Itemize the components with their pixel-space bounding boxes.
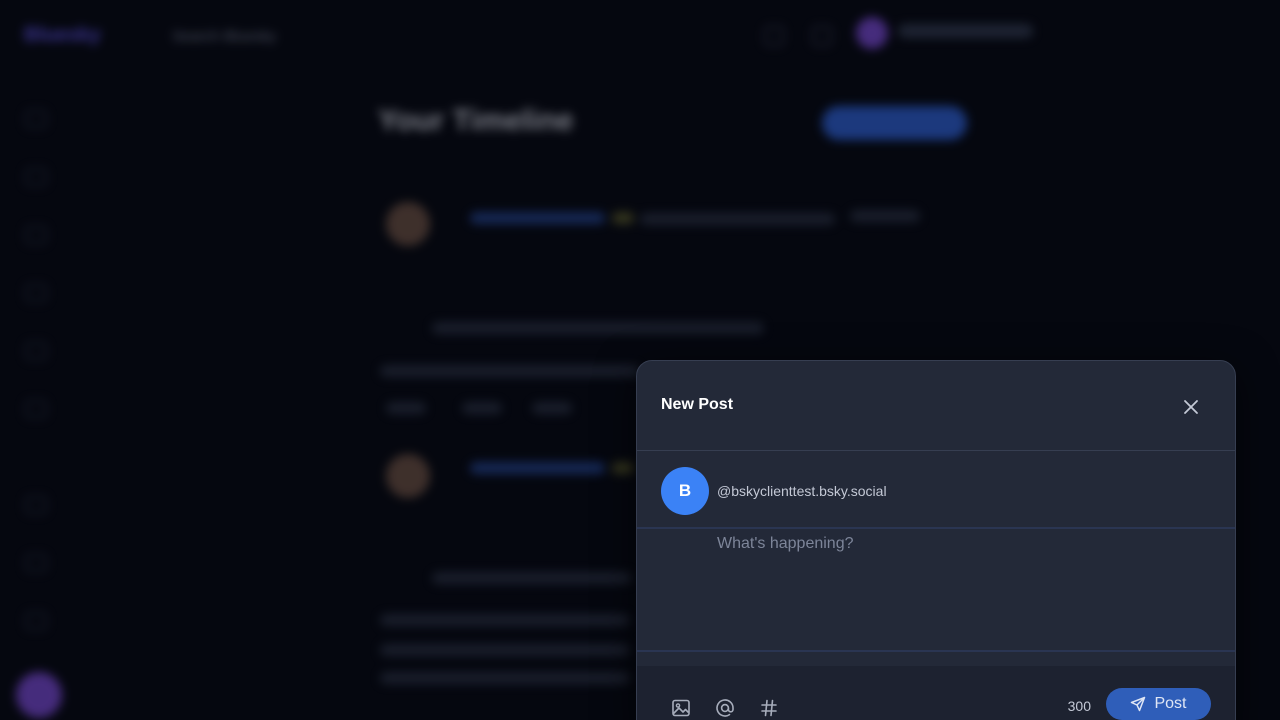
post-line bbox=[380, 644, 630, 656]
sidebar-feeds-icon bbox=[25, 342, 47, 360]
add-image-button[interactable] bbox=[663, 690, 699, 720]
post-avatar bbox=[386, 202, 430, 246]
sidebar-lists-icon bbox=[25, 400, 47, 418]
post-text-input[interactable] bbox=[717, 535, 1217, 635]
compose-toolbar: 300 Post bbox=[637, 666, 1235, 720]
post-action bbox=[532, 402, 572, 414]
post-button[interactable]: Post bbox=[1106, 688, 1211, 720]
mention-button[interactable] bbox=[707, 690, 743, 720]
hashtag-button[interactable] bbox=[751, 690, 787, 720]
sidebar-settings-icon bbox=[25, 554, 47, 572]
user-avatar bbox=[856, 17, 888, 49]
send-icon bbox=[1131, 696, 1146, 712]
sidebar-avatar bbox=[16, 672, 62, 718]
post-avatar bbox=[386, 454, 430, 498]
close-icon bbox=[1184, 400, 1198, 414]
post-line bbox=[380, 365, 640, 377]
mention-icon bbox=[716, 699, 734, 717]
sidebar-more-icon bbox=[25, 612, 47, 630]
post-action bbox=[386, 402, 426, 414]
page-title: Your Timeline bbox=[378, 104, 574, 137]
post-handle bbox=[640, 213, 835, 225]
character-count: 300 bbox=[1067, 698, 1091, 714]
post-line bbox=[432, 572, 632, 584]
dialog-title: New Post bbox=[661, 396, 734, 413]
author-row: B @bskyclienttest.bsky.social bbox=[637, 451, 1235, 529]
new-post-dialog: New Post B @bskyclienttest.bsky.social W… bbox=[636, 360, 1236, 720]
post-badge bbox=[612, 212, 634, 224]
compose-area bbox=[637, 529, 1235, 652]
refresh-button bbox=[822, 106, 967, 140]
top-bar: Bluesky Search Bluesky bbox=[0, 0, 1280, 72]
author-handle: @bskyclienttest.bsky.social bbox=[717, 483, 887, 499]
sidebar-search-icon bbox=[25, 168, 47, 186]
post-line bbox=[380, 672, 630, 684]
logo: Bluesky bbox=[24, 24, 101, 46]
hashtag-icon bbox=[761, 699, 777, 717]
post-author bbox=[470, 212, 605, 224]
sidebar-messages-icon bbox=[25, 284, 47, 302]
sidebar-notifications-icon bbox=[25, 226, 47, 244]
app-root: Bluesky Search Bluesky Your Timeline New… bbox=[0, 0, 1280, 720]
settings-icon bbox=[812, 26, 832, 46]
post-action bbox=[462, 402, 502, 414]
avatar: B bbox=[661, 467, 709, 515]
sidebar-profile-icon bbox=[25, 496, 47, 514]
post-time bbox=[850, 210, 920, 222]
close-button[interactable] bbox=[1177, 393, 1205, 421]
post-button-label: Post bbox=[1154, 695, 1187, 712]
sidebar-home-icon bbox=[25, 110, 47, 128]
notification-icon bbox=[764, 26, 784, 46]
post-line bbox=[380, 614, 630, 626]
post-author bbox=[470, 462, 605, 474]
user-name bbox=[898, 24, 1033, 38]
dialog-header: New Post bbox=[637, 361, 1235, 451]
post-badge bbox=[612, 462, 634, 474]
post-line bbox=[432, 322, 764, 334]
search-bar: Search Bluesky bbox=[172, 28, 277, 45]
image-icon bbox=[672, 699, 690, 717]
